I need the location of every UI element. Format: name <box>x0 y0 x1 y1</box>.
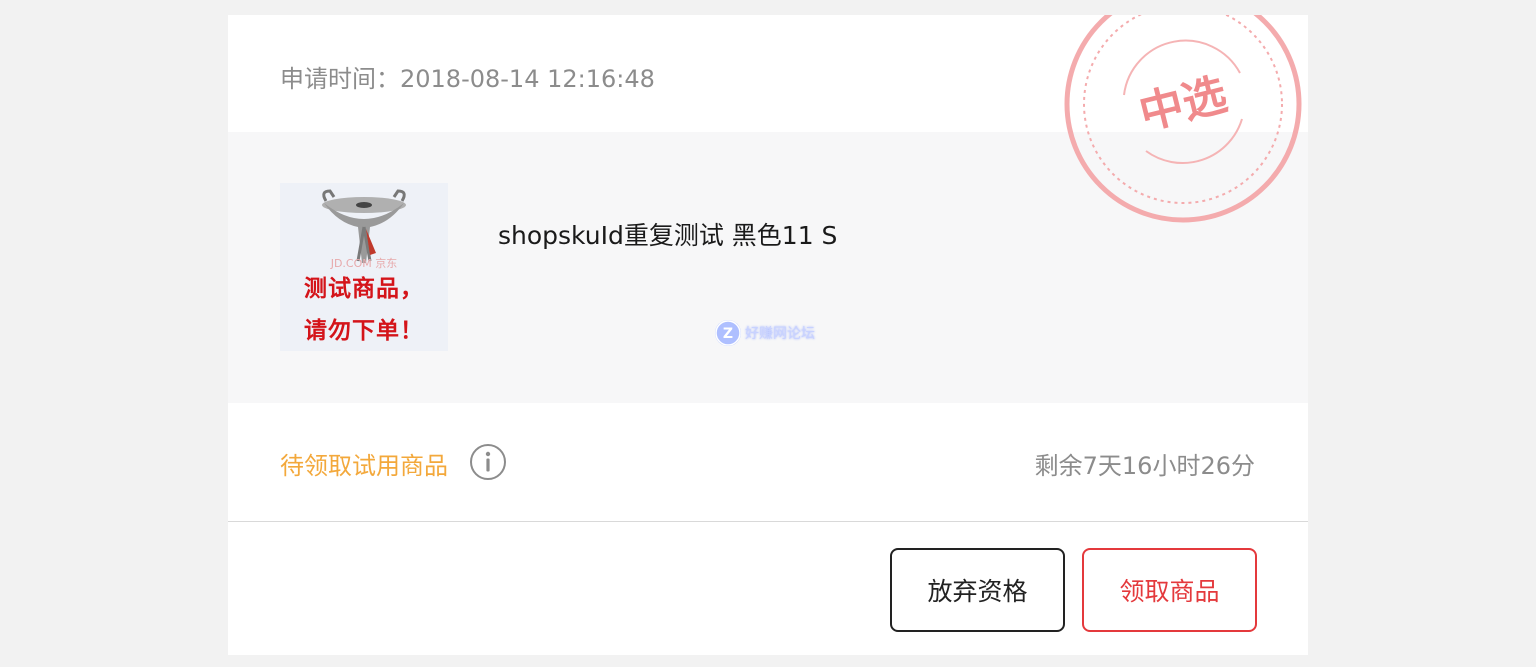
info-icon[interactable] <box>469 443 507 481</box>
forum-logo-icon: Z <box>715 320 741 346</box>
card-header: 申请时间：2018-08-14 12:16:48 <box>228 15 1308 132</box>
product-thumbnail[interactable]: JD.COM 京东 测试商品， 请勿下单！ <box>280 183 448 351</box>
forum-logo-letter: Z <box>723 326 733 342</box>
status-section: 待领取试用商品 剩余7天16小时26分 <box>228 403 1308 522</box>
abandon-qualification-button[interactable]: 放弃资格 <box>890 548 1065 632</box>
claim-product-button[interactable]: 领取商品 <box>1082 548 1257 632</box>
trial-status: 待领取试用商品 <box>280 452 448 480</box>
action-bar: 放弃资格 领取商品 <box>228 523 1308 655</box>
thumb-text-line2: 请勿下单！ <box>304 317 424 344</box>
product-section[interactable]: JD.COM 京东 测试商品， 请勿下单！ shopskuId重复测试 黑色11… <box>228 132 1308 403</box>
trial-card: 申请时间：2018-08-14 12:16:48 JD.COM 京东 测试商品，… <box>228 15 1308 655</box>
product-name[interactable]: shopskuId重复测试 黑色11 S <box>498 216 837 252</box>
forum-watermark: Z 好赚网论坛 <box>715 319 815 347</box>
watermark-text: 好赚网论坛 <box>745 326 815 342</box>
thumb-text-line1: 测试商品， <box>304 275 424 302</box>
countdown-timer: 剩余7天16小时26分 <box>1034 452 1255 480</box>
apply-time: 申请时间：2018-08-14 12:16:48 <box>280 65 655 93</box>
